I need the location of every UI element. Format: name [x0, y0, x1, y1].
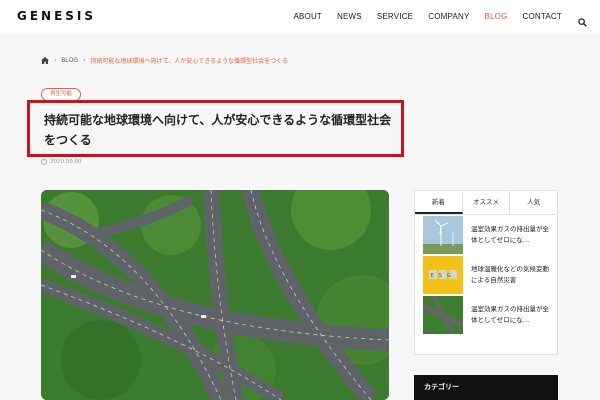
post-title: 温室効果ガスの排出量が全体としてゼロにな…	[471, 225, 549, 244]
post-date-text: 2020.00.00	[50, 159, 82, 165]
title-highlight-box: 持続可能な地球環境へ向けて、人が安心できるような循環型社会をつくる	[27, 100, 404, 157]
nav-company[interactable]: COMPANY	[428, 12, 469, 21]
nav-blog[interactable]: BLOG	[484, 12, 507, 21]
post-title: 温室効果ガスの排出量が全体としてゼロにな…	[471, 305, 549, 324]
post-thumbnail-text: ESG	[430, 273, 455, 279]
site-logo[interactable]: GENESIS	[17, 9, 96, 23]
post-thumbnail: ESG	[423, 256, 463, 294]
hero-image	[41, 190, 389, 400]
list-item[interactable]: ESG 地球温暖化などの気候変動による自然災害	[415, 255, 557, 295]
nav-contact[interactable]: CONTACT	[523, 12, 562, 21]
nav-news[interactable]: NEWS	[337, 12, 362, 21]
post-date: 2020.00.00	[41, 159, 82, 165]
site-header: GENESIS ABOUT NEWS SERVICE COMPANY BLOG …	[0, 0, 600, 33]
category-heading: カテゴリー	[414, 375, 558, 400]
article-title: 持続可能な地球環境へ向けて、人が安心できるような循環型社会をつくる	[44, 113, 392, 147]
main-nav: ABOUT NEWS SERVICE COMPANY BLOG CONTACT	[278, 0, 587, 33]
nav-service[interactable]: SERVICE	[377, 12, 413, 21]
nav-about[interactable]: ABOUT	[293, 12, 322, 21]
search-icon[interactable]	[578, 12, 587, 27]
post-thumbnail	[423, 296, 463, 334]
breadcrumb: › BLOG › 持続可能な地球環境へ向けて、人が安心できるような循環型社会をつ…	[41, 56, 288, 65]
tab-popular[interactable]: 人気	[510, 191, 557, 214]
list-item[interactable]: 温室効果ガスの排出量が全体としてゼロにな…	[415, 215, 557, 255]
post-thumbnail	[423, 216, 463, 254]
recent-posts-widget: 新着 オススメ 人気 温室効果ガスの排出量が全体としてゼロにな… ESG 地球温…	[414, 190, 558, 355]
post-title: 地球温暖化などの気候変動による自然災害	[471, 265, 549, 284]
clock-icon	[41, 159, 47, 165]
tab-new[interactable]: 新着	[415, 191, 463, 214]
home-icon[interactable]	[41, 57, 49, 64]
breadcrumb-current: 持続可能な地球環境へ向けて、人が安心できるような循環型社会をつくる	[90, 58, 288, 65]
breadcrumb-separator: ›	[83, 57, 86, 64]
breadcrumb-separator: ›	[54, 57, 57, 64]
list-item[interactable]: 温室効果ガスの排出量が全体としてゼロにな…	[415, 295, 557, 335]
widget-tabs: 新着 オススメ 人気	[415, 191, 557, 215]
breadcrumb-blog-link[interactable]: BLOG	[61, 58, 78, 64]
tab-recommended[interactable]: オススメ	[463, 191, 511, 214]
